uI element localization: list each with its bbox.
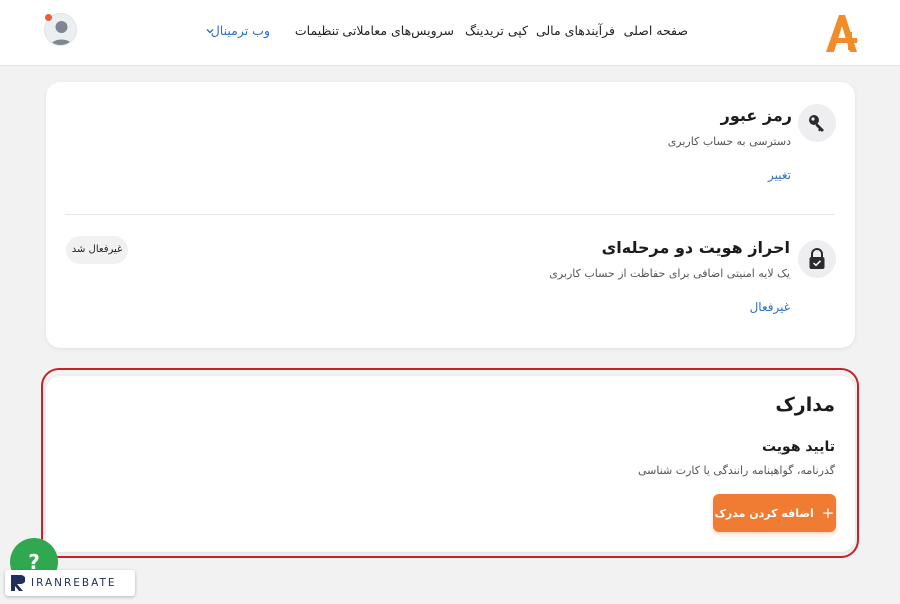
- chevron-down-icon[interactable]: [205, 26, 215, 36]
- brand-watermark: IRANREBATE: [5, 570, 135, 596]
- section-divider: [65, 214, 835, 215]
- password-subtitle: دسترسی به حساب کاربری: [667, 135, 791, 148]
- nav-home[interactable]: صفحه اصلی: [624, 23, 688, 43]
- highlight-frame: [41, 368, 859, 558]
- brand-text: IRANREBATE: [31, 577, 117, 589]
- lock-icon: [809, 248, 825, 269]
- brand-logo-icon: [11, 575, 25, 591]
- nav-web-terminal[interactable]: وب ترمینال: [211, 23, 270, 43]
- nav-settings[interactable]: تنظیمات: [295, 23, 339, 43]
- nav-copy-trading[interactable]: کپی تریدینگ: [465, 23, 528, 43]
- lock-icon-circle: [798, 240, 836, 278]
- two-factor-subtitle: یک لایه امنیتی اضافی برای حفاظت از حساب …: [549, 267, 790, 280]
- notification-dot: [45, 14, 52, 21]
- top-navbar: صفحه اصلی فرآیندهای مالی کپی تریدینگ سرو…: [0, 0, 900, 66]
- two-factor-status-badge: غیرفعال شد: [66, 236, 128, 264]
- nav-trading-services[interactable]: سرویس‌های معاملاتی: [342, 23, 454, 43]
- password-title: رمز عبور: [720, 106, 792, 125]
- nav-financial-processes[interactable]: فرآیندهای مالی: [536, 23, 615, 43]
- key-icon: [809, 115, 824, 132]
- change-password-link[interactable]: تغییر: [768, 168, 791, 182]
- two-factor-toggle-link[interactable]: غیرفعال: [750, 300, 790, 314]
- logo-icon[interactable]: [822, 12, 860, 54]
- key-icon-circle: [798, 104, 836, 142]
- two-factor-title: احراز هویت دو مرحله‌ای: [601, 238, 790, 257]
